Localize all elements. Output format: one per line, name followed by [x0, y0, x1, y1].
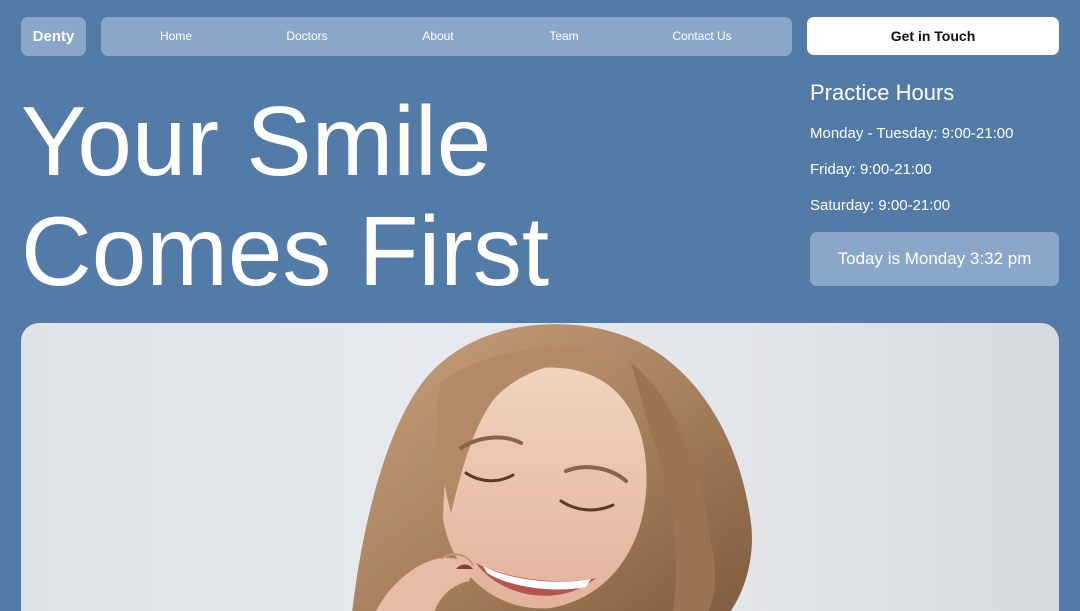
hero-title: Your Smile Comes First: [21, 86, 781, 306]
today-status-badge: Today is Monday 3:32 pm: [810, 232, 1059, 286]
hours-line-friday: Friday: 9:00-21:00: [810, 161, 932, 178]
get-in-touch-button[interactable]: Get in Touch: [807, 17, 1059, 55]
nav-item-about[interactable]: About: [422, 17, 453, 56]
hours-line-saturday: Saturday: 9:00-21:00: [810, 197, 951, 214]
hero-title-line-1: Your Smile: [21, 86, 492, 196]
hero-title-line-2: Comes First: [21, 196, 550, 306]
hero-photo: [21, 323, 1059, 611]
nav-item-home[interactable]: Home: [160, 17, 192, 56]
brand-logo[interactable]: Denty: [21, 17, 86, 56]
nav-item-team[interactable]: Team: [549, 17, 578, 56]
nav-item-contact-us[interactable]: Contact Us: [672, 17, 731, 56]
page: Denty Home Doctors About Team Contact Us…: [0, 0, 1080, 611]
smiling-woman-illustration: [352, 324, 752, 611]
hours-line-mon-tue: Monday - Tuesday: 9:00-21:00: [810, 125, 1014, 142]
main-nav: Home Doctors About Team Contact Us: [101, 17, 792, 56]
nav-item-doctors[interactable]: Doctors: [286, 17, 327, 56]
practice-hours-heading: Practice Hours: [810, 80, 955, 105]
